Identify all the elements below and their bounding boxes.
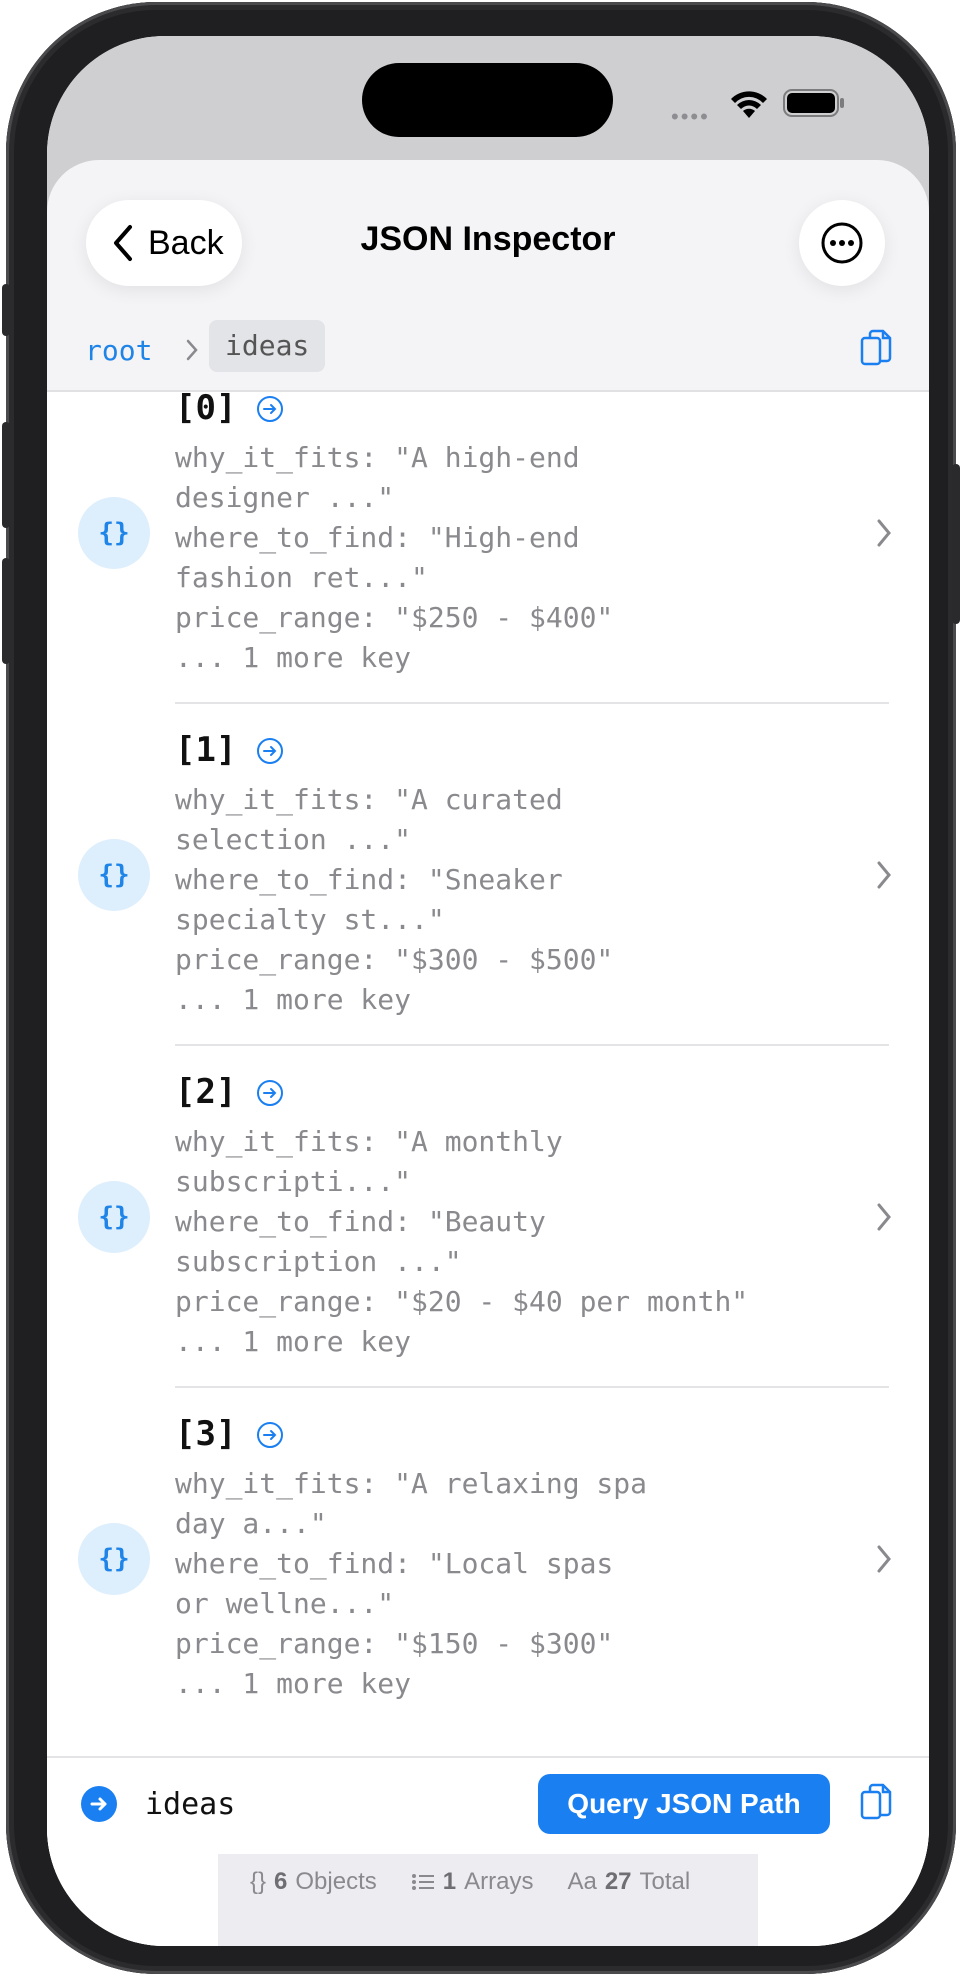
item-preview: why_it_fits: "A relaxing spa day a..." w… (175, 1467, 648, 1700)
chevron-right-icon (877, 519, 891, 547)
json-path-input[interactable] (145, 1780, 485, 1828)
signal-dots-icon: •••• (671, 104, 710, 129)
stat-total: Aa 27 Total (567, 1868, 690, 1896)
item-index: [0] (175, 392, 237, 428)
list-item[interactable]: {} [2] why_it_fits: "A monthly subscript… (47, 1046, 929, 1388)
path-query-bar: Query JSON Path {} 6 Objects (47, 1756, 929, 1946)
arrow-right-circle-icon (81, 1786, 117, 1822)
total-count: 27 (604, 1868, 632, 1895)
wifi-icon (731, 91, 767, 118)
objects-label: Objects (295, 1868, 377, 1895)
chevron-right-icon (877, 1545, 891, 1573)
battery-icon (783, 89, 844, 117)
breadcrumb-current[interactable]: ideas (209, 320, 326, 372)
volume-down-button (2, 558, 10, 664)
volume-up-button (2, 422, 10, 528)
dynamic-island (362, 63, 613, 137)
stat-objects: {} 6 Objects (250, 1868, 377, 1896)
ellipsis-circle-icon (821, 222, 863, 264)
braces-icon: {} (250, 1868, 267, 1895)
total-label: Total (639, 1868, 691, 1895)
item-index: [1] (175, 730, 237, 770)
chevron-right-icon (877, 1203, 891, 1231)
stat-arrays: 1 Arrays (411, 1868, 534, 1896)
item-preview: why_it_fits: "A high-end designer ..." w… (175, 441, 614, 674)
item-preview: why_it_fits: "A monthly subscripti..." w… (175, 1125, 749, 1358)
power-button (952, 464, 960, 624)
chevron-right-icon (186, 339, 198, 361)
more-button[interactable] (799, 200, 885, 286)
item-preview: why_it_fits: "A curated selection ..." w… (175, 783, 614, 1016)
arrow-right-circle-icon[interactable] (255, 1078, 285, 1108)
list-item[interactable]: {} [0] why_it_fits: "A high-end designer… (47, 392, 929, 704)
item-index: [2] (175, 1072, 237, 1112)
action-button (2, 284, 10, 336)
item-index: [3] (175, 1414, 237, 1454)
objects-count: 6 (274, 1868, 288, 1895)
list-icon (411, 1874, 434, 1890)
arrays-label: Arrays (464, 1868, 534, 1895)
copy-icon[interactable] (859, 328, 893, 368)
object-type-icon: {} (78, 839, 150, 911)
text-size-icon: Aa (567, 1868, 597, 1895)
arrow-right-circle-icon[interactable] (255, 1420, 285, 1450)
screen: •••• Back JSON Inspector root ideas {} [… (47, 36, 929, 1946)
page-title: JSON Inspector (360, 220, 616, 258)
arrow-right-circle-icon[interactable] (255, 736, 285, 766)
phone-frame: •••• Back JSON Inspector root ideas {} [… (2, 2, 960, 1974)
object-type-icon: {} (78, 1523, 150, 1595)
query-json-path-button[interactable]: Query JSON Path (538, 1774, 830, 1834)
json-array-list: {} [0] why_it_fits: "A high-end designer… (47, 392, 929, 1756)
object-type-icon: {} (78, 1181, 150, 1253)
copy-icon[interactable] (859, 1782, 893, 1822)
breadcrumb: root ideas (47, 320, 929, 390)
stats-panel: {} 6 Objects 1 Arrays Aa 27 Total (218, 1854, 758, 1946)
chevron-right-icon (877, 861, 891, 889)
breadcrumb-root[interactable]: root (85, 334, 152, 367)
object-type-icon: {} (78, 497, 150, 569)
list-item[interactable]: {} [3] why_it_fits: "A relaxing spa day … (47, 1388, 929, 1730)
list-item[interactable]: {} [1] why_it_fits: "A curated selection… (47, 704, 929, 1046)
arrays-count: 1 (442, 1868, 457, 1895)
arrow-right-circle-icon[interactable] (255, 394, 285, 424)
